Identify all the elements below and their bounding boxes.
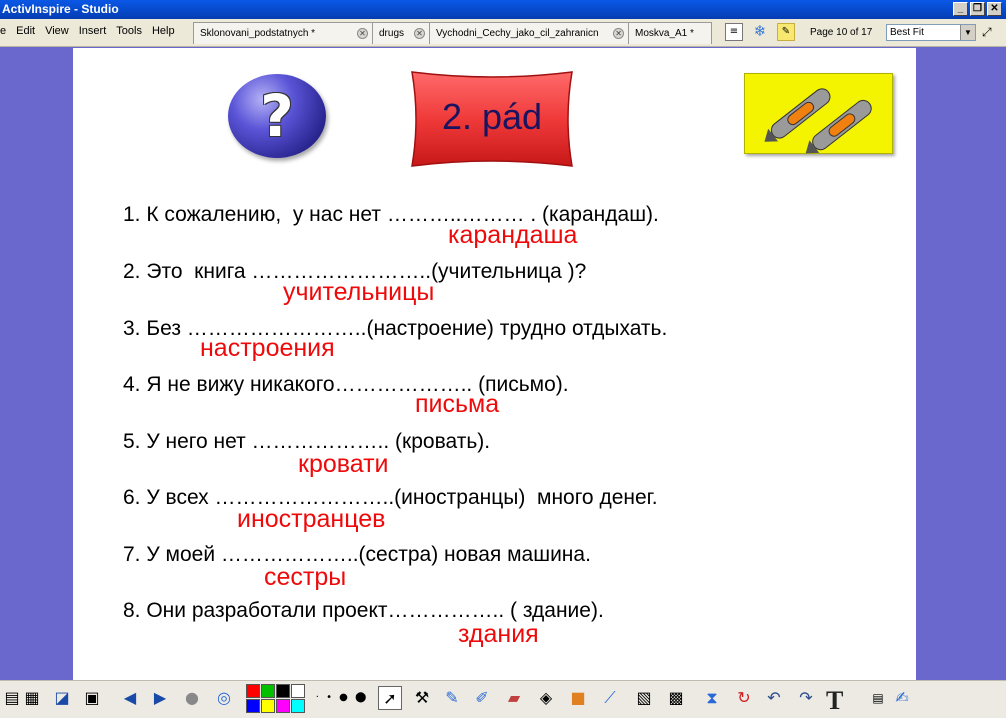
flipchart-tabs: Sklonovani_podstatnych * ✕ drugs ✕ Vycho… bbox=[193, 22, 712, 44]
page-overlay-icon[interactable]: ▧ bbox=[632, 686, 656, 710]
close-tab-icon[interactable]: ✕ bbox=[414, 28, 425, 39]
color-swatch-green[interactable] bbox=[261, 684, 275, 698]
notes-icon[interactable]: ✎ bbox=[777, 23, 795, 41]
flipchart-icon[interactable]: ◪ bbox=[50, 686, 74, 710]
page-indicator: Page 10 of 17 bbox=[810, 27, 873, 38]
zoom-select[interactable]: Best Fit ▼ bbox=[886, 24, 976, 41]
answer-6[interactable]: иностранцев bbox=[237, 505, 385, 534]
reset-page-icon[interactable]: ↻ bbox=[732, 686, 756, 710]
tab-label: Vychodni_Cechy_jako_cil_zahranicn bbox=[436, 28, 599, 39]
menu-edit[interactable]: Edit bbox=[16, 25, 35, 37]
title-bar: ActivInspire - Studio _ ❐ ✕ bbox=[0, 0, 1006, 19]
previous-page-icon[interactable]: ◀ bbox=[118, 686, 142, 710]
window-title: ActivInspire - Studio bbox=[2, 2, 119, 16]
color-swatch-black[interactable] bbox=[276, 684, 290, 698]
menu-bar: e Edit View Insert Tools Help Sklonovani… bbox=[0, 19, 1006, 47]
close-tab-icon[interactable]: ✕ bbox=[613, 28, 624, 39]
menu-tools[interactable]: Tools bbox=[116, 25, 142, 37]
answer-8[interactable]: здания bbox=[458, 620, 539, 649]
pen-icon[interactable]: ✎ bbox=[440, 686, 464, 710]
answer-2[interactable]: учительницы bbox=[283, 278, 434, 307]
exercise-7: 7. У моей ………………..(сестра) новая машина. bbox=[123, 543, 591, 566]
annotate-icon[interactable]: ✍ bbox=[890, 686, 914, 710]
tab-vychodni-cechy[interactable]: Vychodni_Cechy_jako_cil_zahranicn ✕ bbox=[429, 22, 629, 44]
toolbox-icon[interactable]: ▤ bbox=[866, 686, 890, 710]
tab-label: Sklonovani_podstatnych * bbox=[200, 28, 316, 39]
connector-icon[interactable]: ⟋ bbox=[598, 686, 622, 710]
pens-button[interactable] bbox=[744, 73, 893, 154]
desktop-annotate-icon[interactable]: ▣ bbox=[80, 686, 104, 710]
color-swatch-magenta[interactable] bbox=[276, 699, 290, 713]
exercise-1: 1. К сожалению, у нас нет ………..……… . (ка… bbox=[123, 203, 659, 226]
flipchart-page: ? 2. pád 1. К сожалению, у нас нет ………..… bbox=[73, 48, 916, 680]
highlighter-icon[interactable]: ✐ bbox=[470, 686, 494, 710]
tab-label: drugs bbox=[379, 28, 405, 39]
browsers-icon[interactable]: ▦ bbox=[20, 686, 44, 710]
menu-help[interactable]: Help bbox=[152, 25, 175, 37]
color-swatch-white[interactable] bbox=[291, 684, 305, 698]
page-list-icon[interactable]: ≡ bbox=[725, 23, 743, 41]
shape-icon[interactable]: ■ bbox=[566, 686, 590, 710]
menu-file[interactable]: e bbox=[0, 25, 6, 37]
minimize-button[interactable]: _ bbox=[953, 2, 968, 16]
redo-icon[interactable]: ↷ bbox=[794, 686, 818, 710]
menu-items: e Edit View Insert Tools Help bbox=[0, 25, 175, 37]
clock-icon[interactable]: ⧗ bbox=[700, 686, 724, 710]
menu-insert[interactable]: Insert bbox=[79, 25, 107, 37]
exercise-6: 6. У всех ……………………..(иностранцы) много д… bbox=[123, 486, 658, 509]
select-cursor-icon[interactable]: ➚ bbox=[378, 686, 402, 710]
close-button[interactable]: ✕ bbox=[987, 2, 1002, 16]
chevron-down-icon[interactable]: ▼ bbox=[960, 25, 975, 40]
globe-icon[interactable]: ◎ bbox=[212, 686, 236, 710]
page-tools: ≡ ❄ ✎ bbox=[725, 23, 795, 41]
expand-arrows-icon[interactable]: ⤢ bbox=[982, 25, 1000, 41]
pen-width-slider[interactable]: · • ● ⬤ bbox=[312, 686, 372, 710]
bottom-toolbar: ▤ ▦ ◪ ▣ ◀ ▶ ● ◎ · • ● ⬤ ➚ ⚒ ✎ ✐ ▰ ◈ ■ ⟋ … bbox=[0, 680, 1006, 718]
tools-icon[interactable]: ⚒ bbox=[410, 686, 434, 710]
maximize-button[interactable]: ❐ bbox=[970, 2, 985, 16]
exercise-4: 4. Я не вижу никакого……………….. (письмо). bbox=[123, 373, 569, 396]
answer-3[interactable]: настроения bbox=[200, 334, 335, 363]
color-swatch-red[interactable] bbox=[246, 684, 260, 698]
fill-icon[interactable]: ◈ bbox=[534, 686, 558, 710]
tab-sklonovani[interactable]: Sklonovani_podstatnych * ✕ bbox=[193, 22, 373, 44]
tab-moskva[interactable]: Moskva_A1 * bbox=[628, 22, 712, 44]
play-icon[interactable]: ● bbox=[180, 686, 204, 710]
answer-7[interactable]: сестры bbox=[264, 563, 346, 592]
heading-text: 2. pád bbox=[441, 96, 543, 137]
tab-drugs[interactable]: drugs ✕ bbox=[372, 22, 430, 44]
zoom-select-value: Best Fit bbox=[890, 27, 924, 38]
text-tool-icon[interactable]: T bbox=[826, 686, 843, 716]
pens-icon bbox=[764, 88, 872, 154]
color-swatch-cyan[interactable] bbox=[291, 699, 305, 713]
color-swatch-yellow[interactable] bbox=[261, 699, 275, 713]
next-page-icon[interactable]: ▶ bbox=[148, 686, 172, 710]
answer-5[interactable]: кровати bbox=[298, 450, 389, 479]
media-icon[interactable]: ▩ bbox=[664, 686, 688, 710]
question-mark-glyph: ? bbox=[260, 82, 294, 150]
question-mark-icon[interactable]: ? bbox=[228, 74, 326, 158]
eraser-icon[interactable]: ▰ bbox=[502, 686, 526, 710]
undo-icon[interactable]: ↶ bbox=[762, 686, 786, 710]
close-tab-icon[interactable]: ✕ bbox=[357, 28, 368, 39]
window-controls: _ ❐ ✕ bbox=[953, 2, 1002, 16]
tab-label: Moskva_A1 * bbox=[635, 28, 694, 39]
color-swatch-blue[interactable] bbox=[246, 699, 260, 713]
menu-view[interactable]: View bbox=[45, 25, 69, 37]
answer-1[interactable]: карандаша bbox=[448, 221, 577, 250]
answer-4[interactable]: письма bbox=[415, 390, 499, 419]
snowflake-icon[interactable]: ❄ bbox=[751, 23, 769, 41]
